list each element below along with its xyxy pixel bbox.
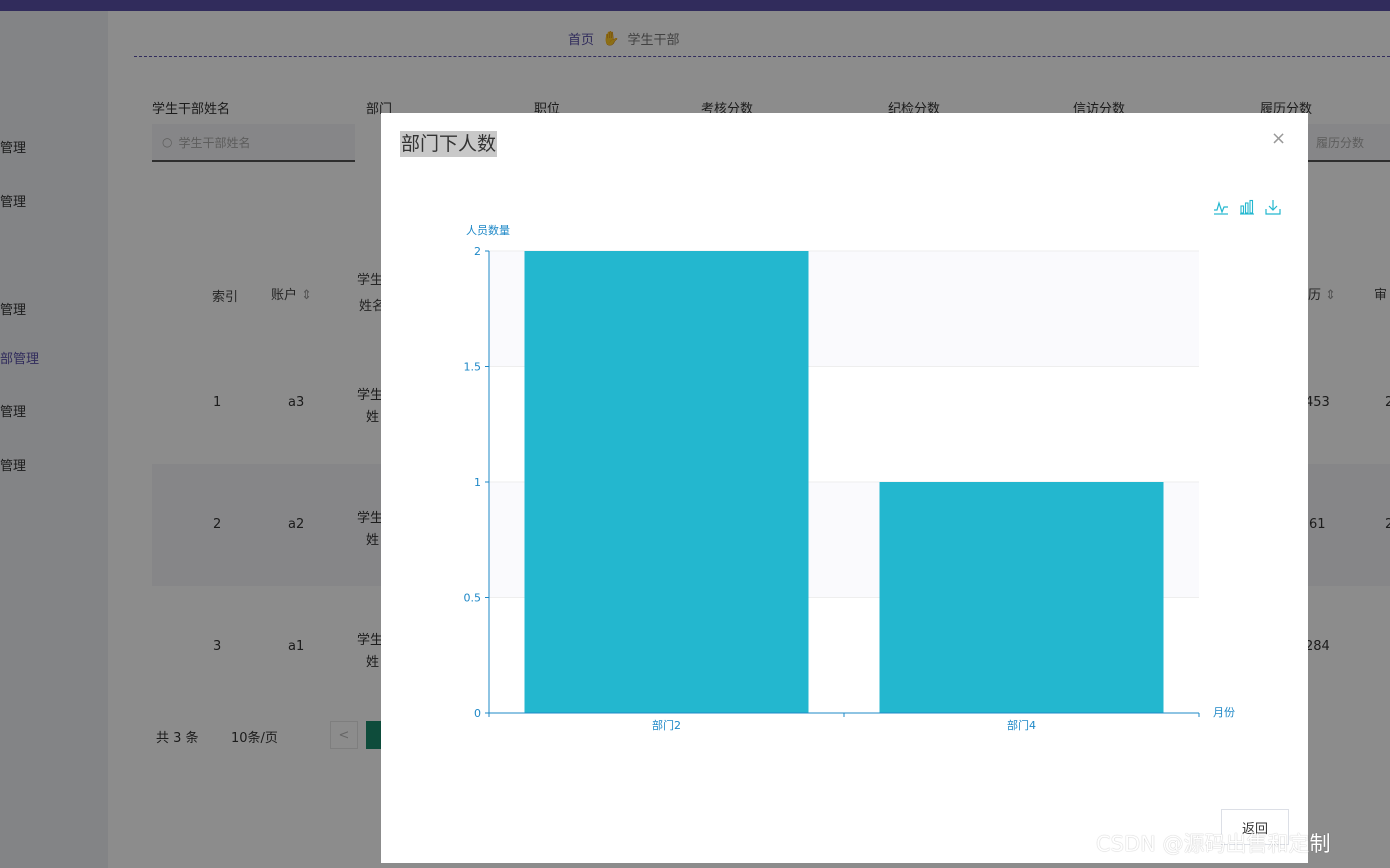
bar: [879, 482, 1164, 713]
y-tick-label: 1: [474, 476, 481, 489]
x-tick-label: 部门4: [1007, 718, 1036, 732]
chart-dialog: 部门下人数 × 0 0.5 1 1.5 2 部门2 部门4 人员数量 月份 返回: [381, 113, 1308, 863]
bar: [524, 251, 809, 713]
x-axis-title: 月份: [1213, 706, 1235, 719]
y-axis-title: 人员数量: [466, 224, 510, 237]
bar-chart: 0 0.5 1 1.5 2 部门2 部门4 人员数量月份: [464, 224, 1236, 732]
x-tick-label: 部门2: [652, 718, 681, 732]
y-tick-label: 0: [474, 707, 481, 720]
watermark: CSDN @源码出售和定制: [1096, 832, 1331, 856]
y-tick-label: 1.5: [464, 361, 482, 374]
y-tick-label: 0.5: [464, 592, 482, 605]
y-tick-label: 2: [474, 245, 481, 258]
